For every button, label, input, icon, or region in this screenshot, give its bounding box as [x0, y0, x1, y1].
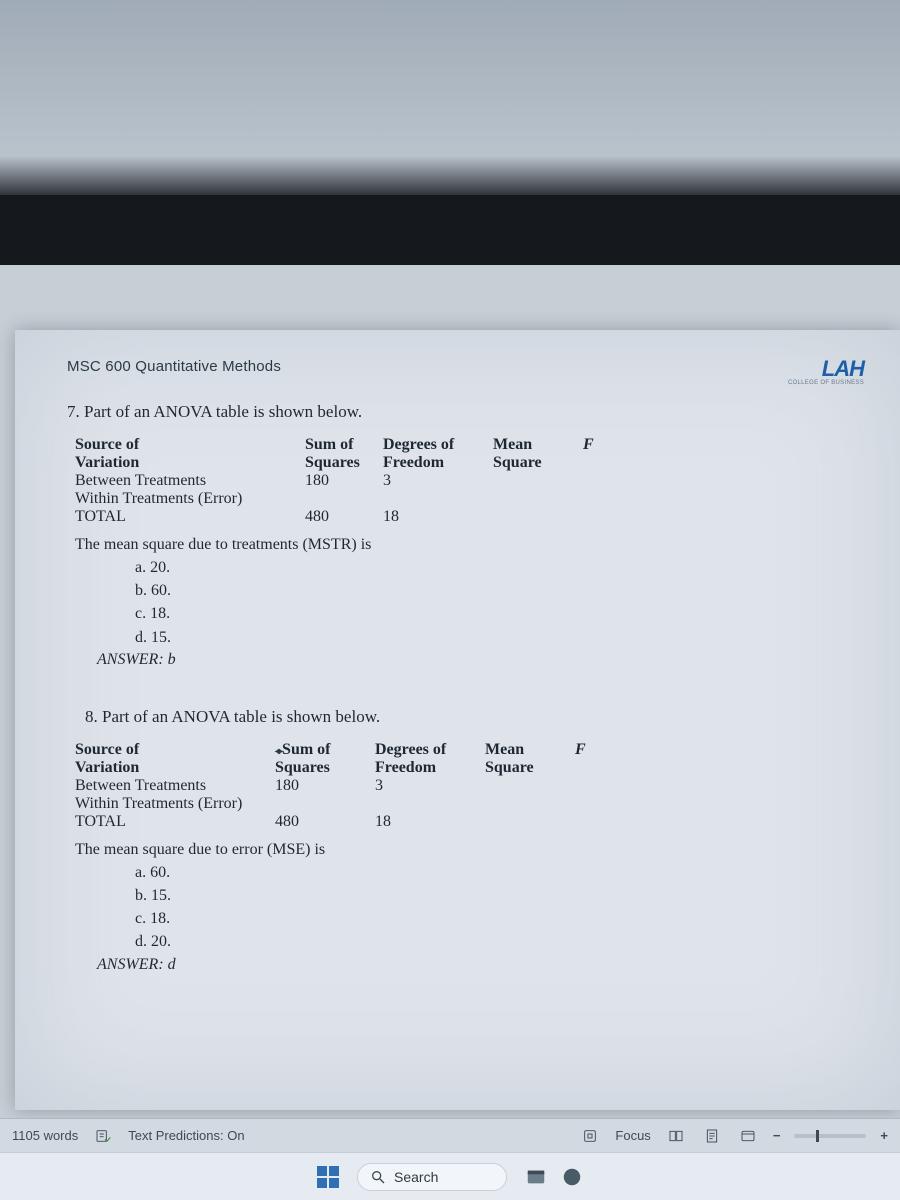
- zoom-out-button[interactable]: −: [773, 1128, 781, 1143]
- option-d: d. 15.: [135, 626, 864, 649]
- document-page: MSC 600 Quantitative Methods LAH COLLEGE…: [15, 330, 900, 1110]
- focus-icon[interactable]: [579, 1125, 601, 1147]
- question-8-title: 8. Part of an ANOVA table is shown below…: [85, 707, 864, 727]
- cell-ss: 480: [275, 813, 375, 831]
- zoom-in-button[interactable]: +: [880, 1128, 888, 1143]
- option-a: a. 20.: [135, 556, 864, 579]
- text-cursor-icon: ◂▸: [275, 746, 281, 757]
- monitor-bezel: [0, 195, 900, 265]
- option-b: b. 60.: [135, 579, 864, 602]
- monitor-reflection: [0, 0, 900, 195]
- table-row: Between Treatments: [75, 472, 305, 490]
- cell-ss: 180: [305, 472, 383, 490]
- taskbar-search-label: Search: [394, 1169, 438, 1185]
- cell-ss: 480: [305, 508, 383, 526]
- table-row: Between Treatments: [75, 777, 275, 795]
- cell-df: 18: [383, 508, 493, 526]
- option-d: d. 20.: [135, 930, 864, 953]
- table-row: Within Treatments (Error): [75, 490, 305, 508]
- question-7-answer: ANSWER: b: [97, 651, 864, 669]
- cell-df: 3: [375, 777, 485, 795]
- question-8-options: a. 60. b. 15. c. 18. d. 20.: [135, 861, 864, 954]
- question-7-stem: The mean square due to treatments (MSTR)…: [75, 536, 864, 554]
- taskbar-app-icon[interactable]: [525, 1166, 547, 1188]
- zoom-slider[interactable]: [794, 1134, 866, 1138]
- question-7-options: a. 20. b. 60. c. 18. d. 15.: [135, 556, 864, 649]
- table-row: TOTAL: [75, 813, 275, 831]
- anova-table-q7: Source ofVariation Sum ofSquares Degrees…: [75, 436, 864, 526]
- focus-mode-button[interactable]: Focus: [615, 1128, 650, 1143]
- print-layout-icon[interactable]: [701, 1125, 723, 1147]
- option-c: c. 18.: [135, 602, 864, 625]
- question-8-stem: The mean square due to error (MSE) is: [75, 841, 864, 859]
- text-predictions-status[interactable]: Text Predictions: On: [128, 1128, 244, 1143]
- table-row: Within Treatments (Error): [75, 795, 275, 813]
- option-b: b. 15.: [135, 884, 864, 907]
- windows-taskbar: Search: [0, 1152, 900, 1200]
- start-button[interactable]: [317, 1166, 339, 1188]
- read-mode-icon[interactable]: [665, 1125, 687, 1147]
- anova-table-q8: Source ofVariation ◂▸Sum ofSquares Degre…: [75, 741, 864, 831]
- word-status-bar: 1105 words Text Predictions: On Focus − …: [0, 1118, 900, 1152]
- taskbar-app-icon[interactable]: [561, 1166, 583, 1188]
- cell-df: 3: [383, 472, 493, 490]
- cell-ss: 180: [275, 777, 375, 795]
- logo-subtext: COLLEGE OF BUSINESS: [788, 380, 864, 386]
- option-a: a. 60.: [135, 861, 864, 884]
- question-7-title: 7. Part of an ANOVA table is shown below…: [67, 402, 864, 422]
- word-count[interactable]: 1105 words: [12, 1128, 78, 1143]
- course-title: MSC 600 Quantitative Methods: [67, 358, 281, 375]
- logo-text: LAH: [788, 358, 864, 380]
- table-row: TOTAL: [75, 508, 305, 526]
- question-8-answer: ANSWER: d: [97, 956, 864, 974]
- cell-df: 18: [375, 813, 485, 831]
- college-logo: LAH COLLEGE OF BUSINESS: [788, 358, 864, 386]
- web-layout-icon[interactable]: [737, 1125, 759, 1147]
- spellcheck-icon[interactable]: [92, 1125, 114, 1147]
- option-c: c. 18.: [135, 907, 864, 930]
- taskbar-search[interactable]: Search: [357, 1163, 507, 1191]
